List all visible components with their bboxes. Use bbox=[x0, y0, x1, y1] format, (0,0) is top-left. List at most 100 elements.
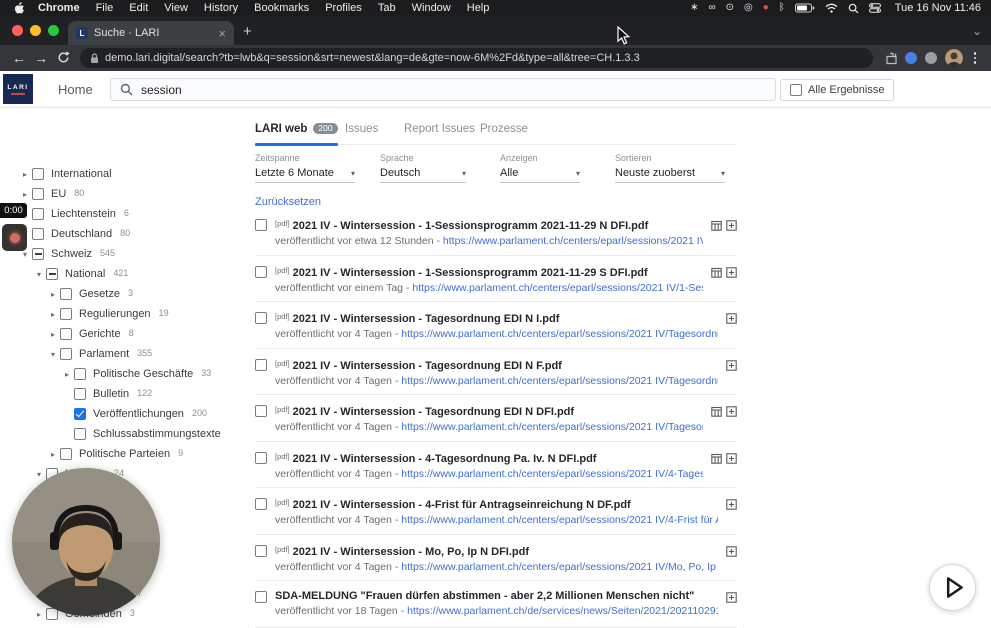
result-checkbox[interactable] bbox=[255, 498, 267, 510]
chevron-right-icon[interactable]: ▸ bbox=[18, 170, 32, 179]
chevron-down-icon[interactable]: ▾ bbox=[46, 350, 60, 359]
calendar-icon[interactable] bbox=[711, 453, 722, 488]
browser-menu-kebab-icon[interactable] bbox=[967, 52, 983, 64]
result-title[interactable]: SDA-MELDUNG "Frauen dürfen abstimmen - a… bbox=[275, 590, 694, 602]
content-tab-issues[interactable]: Issues bbox=[345, 112, 378, 145]
filter-select-sortieren[interactable]: Neuste zuoberst▾ bbox=[615, 167, 725, 183]
battery-icon[interactable] bbox=[795, 3, 815, 13]
wifi-icon[interactable] bbox=[825, 3, 838, 13]
record-icon[interactable]: ⊙ bbox=[726, 3, 734, 13]
tree-item-eu[interactable]: ▸EU80 bbox=[18, 184, 254, 204]
webcam-bubble[interactable] bbox=[12, 468, 160, 616]
tree-item-deutschland[interactable]: ▸Deutschland80 bbox=[18, 224, 254, 244]
tree-checkbox[interactable] bbox=[74, 428, 86, 440]
menu-item-window[interactable]: Window bbox=[404, 2, 459, 14]
add-icon[interactable] bbox=[726, 220, 737, 255]
extension-gray-icon[interactable] bbox=[921, 52, 941, 64]
tree-checkbox[interactable] bbox=[74, 368, 86, 380]
reset-filters-button[interactable]: Zurücksetzen bbox=[255, 196, 321, 208]
tree-item-national[interactable]: ▾National421 bbox=[18, 264, 254, 284]
tree-checkbox[interactable] bbox=[32, 208, 44, 220]
result-link[interactable]: https://www.parlament.ch/centers/eparl/s… bbox=[443, 235, 703, 247]
extension-blue-icon[interactable] bbox=[901, 52, 921, 64]
chevron-right-icon[interactable]: ▸ bbox=[18, 190, 32, 199]
add-icon[interactable] bbox=[726, 592, 737, 627]
tree-item-parlament[interactable]: ▾Parlament355 bbox=[18, 344, 254, 364]
bluetooth-icon[interactable]: ᛒ bbox=[779, 3, 785, 13]
result-title[interactable]: 2021 IV - Wintersession - 4-Tagesordnung… bbox=[293, 453, 597, 465]
tree-checkbox[interactable] bbox=[60, 288, 72, 300]
result-link[interactable]: https://www.parlament.ch/centers/eparl/s… bbox=[401, 468, 703, 480]
result-title[interactable]: 2021 IV - Wintersession - Mo, Po, Ip N D… bbox=[293, 546, 529, 558]
result-link[interactable]: https://www.parlament.ch/centers/eparl/s… bbox=[401, 421, 703, 433]
focus-icon[interactable]: ◎ bbox=[744, 3, 753, 13]
result-link[interactable]: https://www.parlament.ch/centers/eparl/s… bbox=[401, 561, 718, 573]
menu-item-history[interactable]: History bbox=[196, 2, 246, 14]
result-checkbox[interactable] bbox=[255, 312, 267, 324]
result-checkbox[interactable] bbox=[255, 452, 267, 464]
tree-checkbox[interactable] bbox=[60, 448, 72, 460]
menu-item-view[interactable]: View bbox=[156, 2, 196, 14]
tree-checkbox[interactable] bbox=[32, 188, 44, 200]
tree-checkbox[interactable] bbox=[32, 228, 44, 240]
calendar-icon[interactable] bbox=[711, 267, 722, 302]
app-search-bar[interactable] bbox=[110, 78, 776, 101]
content-tab-report-issues[interactable]: Report Issues bbox=[404, 112, 475, 145]
tab-close-icon[interactable]: × bbox=[218, 27, 226, 40]
chevron-down-icon[interactable]: ▾ bbox=[32, 470, 46, 479]
browser-tab[interactable]: L Suche · LARI × bbox=[68, 21, 234, 45]
spotlight-icon[interactable] bbox=[848, 3, 859, 14]
add-icon[interactable] bbox=[726, 406, 737, 441]
tree-item-schlussabstimmungstexte[interactable]: Schlussabstimmungstexte bbox=[18, 424, 254, 444]
menu-item-file[interactable]: File bbox=[88, 2, 122, 14]
result-checkbox[interactable] bbox=[255, 219, 267, 231]
forward-button[interactable]: → bbox=[30, 51, 52, 65]
chevron-right-icon[interactable]: ▸ bbox=[46, 310, 60, 319]
search-input[interactable] bbox=[141, 83, 766, 97]
extension-dot-icon[interactable]: ● bbox=[763, 3, 769, 13]
tree-item-politische-geschäfte[interactable]: ▸Politische Geschäfte33 bbox=[18, 364, 254, 384]
tree-item-veröffentlichungen[interactable]: Veröffentlichungen200 bbox=[18, 404, 254, 424]
result-link[interactable]: https://www.parlament.ch/centers/eparl/s… bbox=[401, 375, 718, 387]
menu-item-help[interactable]: Help bbox=[459, 2, 498, 14]
filter-select-sprache[interactable]: Deutsch▾ bbox=[380, 167, 466, 183]
all-results-checkbox[interactable] bbox=[790, 84, 802, 96]
add-icon[interactable] bbox=[726, 546, 737, 581]
menu-item-profiles[interactable]: Profiles bbox=[317, 2, 370, 14]
tree-checkbox[interactable] bbox=[60, 308, 72, 320]
tree-item-liechtenstein[interactable]: ▸Liechtenstein6 bbox=[18, 204, 254, 224]
filter-select-zeitspanne[interactable]: Letzte 6 Monate▾ bbox=[255, 167, 355, 183]
result-link[interactable]: https://www.parlament.ch/centers/eparl/s… bbox=[412, 282, 703, 294]
lari-logo[interactable]: LARI bbox=[3, 74, 33, 104]
recording-timer[interactable]: 0:00 bbox=[0, 203, 27, 218]
add-icon[interactable] bbox=[726, 267, 737, 302]
camo-icon[interactable]: ∞ bbox=[708, 3, 715, 13]
chevron-right-icon[interactable]: ▸ bbox=[46, 330, 60, 339]
result-title[interactable]: 2021 IV - Wintersession - Tagesordnung E… bbox=[293, 313, 560, 325]
tree-item-politische-parteien[interactable]: ▸Politische Parteien9 bbox=[18, 444, 254, 464]
tree-checkbox[interactable] bbox=[60, 328, 72, 340]
tree-item-international[interactable]: ▸International bbox=[18, 164, 254, 184]
settings-icon[interactable]: ∗ bbox=[690, 3, 698, 13]
tree-checkbox[interactable] bbox=[74, 408, 86, 420]
result-title[interactable]: 2021 IV - Wintersession - 4-Frist für An… bbox=[293, 499, 631, 511]
tree-checkbox[interactable] bbox=[46, 268, 58, 280]
add-icon[interactable] bbox=[726, 360, 737, 395]
window-close-button[interactable] bbox=[12, 25, 23, 36]
result-checkbox[interactable] bbox=[255, 405, 267, 417]
browser-profile-avatar[interactable] bbox=[945, 49, 963, 67]
menu-item-edit[interactable]: Edit bbox=[121, 2, 156, 14]
tree-item-gerichte[interactable]: ▸Gerichte8 bbox=[18, 324, 254, 344]
chevron-down-icon[interactable]: ▾ bbox=[32, 270, 46, 279]
result-link[interactable]: https://www.parlament.ch/de/services/new… bbox=[407, 605, 718, 617]
address-bar[interactable]: demo.lari.digital/search?tb=lwb&q=sessio… bbox=[80, 48, 873, 68]
result-title[interactable]: 2021 IV - Wintersession - 1-Sessionsprog… bbox=[293, 267, 648, 279]
menubar-clock[interactable]: Tue 16 Nov 11:46 bbox=[895, 2, 981, 14]
menu-item-tab[interactable]: Tab bbox=[370, 2, 404, 14]
content-tab-lari-web[interactable]: LARI web200 bbox=[255, 112, 338, 145]
new-tab-button[interactable]: + bbox=[243, 24, 252, 39]
tree-checkbox[interactable] bbox=[32, 248, 44, 260]
apple-icon[interactable] bbox=[13, 2, 25, 15]
tab-search-chevron-icon[interactable]: ⌄ bbox=[972, 24, 982, 38]
filter-select-anzeigen[interactable]: Alle▾ bbox=[500, 167, 580, 183]
